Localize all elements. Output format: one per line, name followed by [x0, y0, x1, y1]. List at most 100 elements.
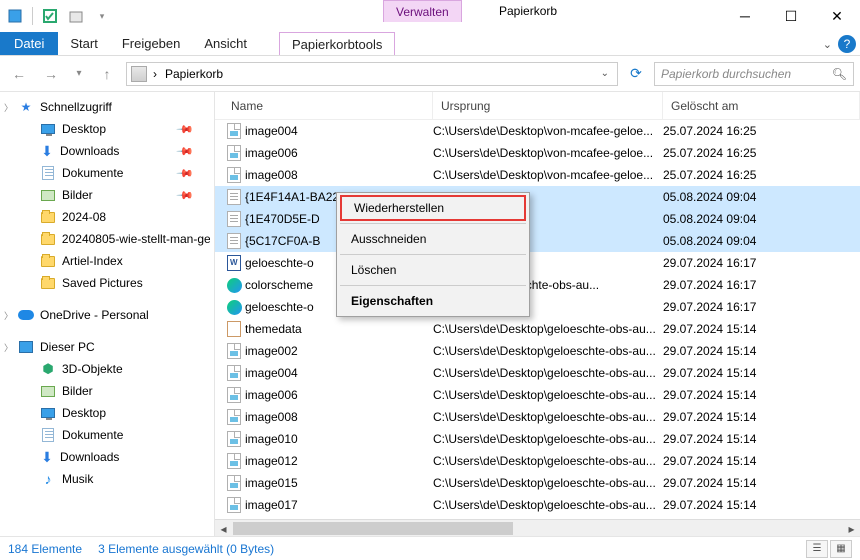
- table-row[interactable]: image008C:\Users\de\Desktop\von-mcafee-g…: [215, 164, 860, 186]
- view-details-button[interactable]: ☰: [806, 540, 828, 558]
- status-bar: 184 Elemente 3 Elemente ausgewählt (0 By…: [0, 536, 860, 560]
- window-buttons: ─ ☐ ✕: [722, 0, 860, 32]
- table-row[interactable]: image002C:\Users\de\Desktop\geloeschte-o…: [215, 340, 860, 362]
- ribbon-file-tab[interactable]: Datei: [0, 32, 58, 55]
- file-icon: [223, 300, 245, 315]
- menu-separator: [340, 285, 526, 286]
- nav-pc-music[interactable]: ♪Musik: [0, 468, 214, 490]
- nav-downloads[interactable]: ⬇Downloads📌: [0, 140, 214, 162]
- table-row[interactable]: image006C:\Users\de\Desktop\geloeschte-o…: [215, 384, 860, 406]
- nav-onedrive[interactable]: 〉 OneDrive - Personal: [0, 304, 214, 326]
- minimize-button[interactable]: ─: [722, 0, 768, 32]
- breadcrumb-box[interactable]: › Papierkorb ⌄: [126, 62, 618, 86]
- nav-folder-saved-pictures[interactable]: Saved Pictures: [0, 272, 214, 294]
- nav-folder-howto[interactable]: 20240805-wie-stellt-man-ge: [0, 228, 214, 250]
- recycle-bin-icon: [4, 5, 26, 27]
- desktop-icon: [40, 405, 56, 421]
- table-row[interactable]: image017C:\Users\de\Desktop\geloeschte-o…: [215, 494, 860, 516]
- nav-3d-objects[interactable]: ⬢3D-Objekte: [0, 358, 214, 380]
- qat-properties-icon[interactable]: [39, 5, 61, 27]
- help-icon[interactable]: ?: [838, 35, 856, 53]
- table-row[interactable]: image015C:\Users\de\Desktop\geloeschte-o…: [215, 472, 860, 494]
- nav-documents[interactable]: Dokumente📌: [0, 162, 214, 184]
- table-row[interactable]: image010C:\Users\de\Desktop\geloeschte-o…: [215, 428, 860, 450]
- table-row[interactable]: {5C17CF0A-Bs\Temp05.08.2024 09:04: [215, 230, 860, 252]
- table-row[interactable]: image012C:\Users\de\Desktop\geloeschte-o…: [215, 450, 860, 472]
- pin-icon: 📌: [176, 164, 195, 183]
- nav-folder-2024-08[interactable]: 2024-08: [0, 206, 214, 228]
- ribbon-tab-recycle-tools[interactable]: Papierkorbtools: [279, 32, 395, 55]
- horizontal-scrollbar[interactable]: ◂ ▸: [215, 519, 860, 536]
- cell-deleted: 29.07.2024 15:14: [663, 322, 860, 336]
- caret-icon[interactable]: 〉: [4, 309, 13, 322]
- search-icon[interactable]: 🔍︎: [832, 67, 847, 81]
- music-icon: ♪: [40, 471, 56, 487]
- table-row[interactable]: image008C:\Users\de\Desktop\geloeschte-o…: [215, 406, 860, 428]
- nav-pc-desktop[interactable]: Desktop: [0, 402, 214, 424]
- qat-restore-icon[interactable]: [65, 5, 87, 27]
- menu-restore[interactable]: Wiederherstellen: [340, 195, 526, 221]
- close-button[interactable]: ✕: [814, 0, 860, 32]
- cell-name: image006: [245, 146, 433, 160]
- ribbon-expand-icon[interactable]: ⌄: [823, 38, 832, 51]
- table-row[interactable]: {1E4F14A1-BA22-4773-A041-37A41C:\Windows…: [215, 186, 860, 208]
- scroll-left-icon[interactable]: ◂: [215, 520, 232, 536]
- address-history-dropdown[interactable]: ⌄: [597, 68, 613, 79]
- nav-up-button[interactable]: ↑: [94, 61, 120, 87]
- table-row[interactable]: geloeschte-oe\Desktop29.07.2024 16:17: [215, 296, 860, 318]
- nav-pc-pictures[interactable]: Bilder: [0, 380, 214, 402]
- table-row[interactable]: themedataC:\Users\de\Desktop\geloeschte-…: [215, 318, 860, 340]
- menu-properties[interactable]: Eigenschaften: [339, 288, 527, 314]
- caret-icon[interactable]: 〉: [4, 101, 13, 114]
- nav-forward-button[interactable]: →: [38, 61, 64, 87]
- table-row[interactable]: colorschemee\Desktop\geloeschte-obs-au..…: [215, 274, 860, 296]
- col-name[interactable]: Name: [223, 92, 433, 119]
- file-icon: [223, 475, 245, 491]
- search-input[interactable]: Papierkorb durchsuchen 🔍︎: [654, 62, 854, 86]
- nav-folder-artiel[interactable]: Artiel-Index: [0, 250, 214, 272]
- nav-pc-downloads[interactable]: ⬇Downloads: [0, 446, 214, 468]
- file-rows: image004C:\Users\de\Desktop\von-mcafee-g…: [215, 120, 860, 519]
- nav-label: OneDrive - Personal: [40, 308, 149, 322]
- nav-label: Bilder: [62, 188, 93, 202]
- ribbon-tab-share[interactable]: Freigeben: [110, 32, 193, 55]
- table-row[interactable]: {1E470D5E-Ds\Temp05.08.2024 09:04: [215, 208, 860, 230]
- cell-deleted: 29.07.2024 15:14: [663, 432, 860, 446]
- col-deleted[interactable]: Gelöscht am: [663, 92, 860, 119]
- nav-label: Dokumente: [62, 428, 123, 442]
- menu-cut[interactable]: Ausschneiden: [339, 226, 527, 252]
- refresh-button[interactable]: ⟳: [624, 62, 648, 86]
- menu-delete[interactable]: Löschen: [339, 257, 527, 283]
- maximize-button[interactable]: ☐: [768, 0, 814, 32]
- nav-quick-access[interactable]: 〉 ★ Schnellzugriff: [0, 96, 214, 118]
- scroll-thumb[interactable]: [233, 522, 513, 535]
- nav-label: Artiel-Index: [62, 254, 123, 268]
- table-row[interactable]: geloeschte-oe\Desktop29.07.2024 16:17: [215, 252, 860, 274]
- cell-deleted: 29.07.2024 15:14: [663, 454, 860, 468]
- file-icon: [223, 123, 245, 139]
- nav-pc-documents[interactable]: Dokumente: [0, 424, 214, 446]
- table-row[interactable]: image004C:\Users\de\Desktop\geloeschte-o…: [215, 362, 860, 384]
- folder-icon: [40, 253, 56, 269]
- nav-recent-dropdown[interactable]: ▾: [70, 61, 88, 87]
- table-row[interactable]: image006C:\Users\de\Desktop\von-mcafee-g…: [215, 142, 860, 164]
- cell-origin: C:\Users\de\Desktop\geloeschte-obs-au...: [433, 410, 663, 424]
- col-origin[interactable]: Ursprung: [433, 92, 663, 119]
- nav-back-button[interactable]: ←: [6, 61, 32, 87]
- nav-desktop[interactable]: Desktop📌: [0, 118, 214, 140]
- cell-deleted: 29.07.2024 15:14: [663, 388, 860, 402]
- cell-origin: C:\Users\de\Desktop\geloeschte-obs-au...: [433, 344, 663, 358]
- scroll-right-icon[interactable]: ▸: [843, 520, 860, 536]
- ribbon-tab-view[interactable]: Ansicht: [192, 32, 259, 55]
- breadcrumb-location[interactable]: Papierkorb: [163, 67, 225, 81]
- file-icon: [223, 233, 245, 249]
- qat-dropdown-icon[interactable]: ▾: [91, 5, 113, 27]
- table-row[interactable]: image004C:\Users\de\Desktop\von-mcafee-g…: [215, 120, 860, 142]
- caret-icon[interactable]: 〉: [4, 341, 13, 354]
- view-large-button[interactable]: ▦: [830, 540, 852, 558]
- cell-deleted: 29.07.2024 16:17: [663, 300, 860, 314]
- nav-pictures[interactable]: Bilder📌: [0, 184, 214, 206]
- ribbon-tab-start[interactable]: Start: [58, 32, 109, 55]
- nav-this-pc[interactable]: 〉Dieser PC: [0, 336, 214, 358]
- breadcrumb-sep: ›: [151, 67, 159, 81]
